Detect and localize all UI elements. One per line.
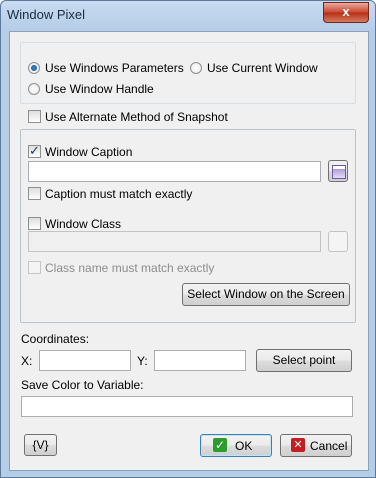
window-caption-input[interactable] (28, 161, 321, 182)
radio-use-windows-parameters-label[interactable]: Use Windows Parameters (45, 61, 184, 75)
x-label: X: (21, 354, 33, 368)
window-class-input[interactable] (28, 231, 321, 252)
select-window-button[interactable]: Select Window on the Screen (182, 283, 350, 306)
x-coordinate-input[interactable] (39, 350, 131, 371)
window-class-checkbox[interactable] (28, 217, 41, 230)
radio-use-window-handle-label[interactable]: Use Window Handle (45, 82, 154, 96)
window-picker-icon (332, 165, 346, 179)
y-coordinate-input[interactable] (154, 350, 246, 371)
cancel-x-icon: ✕ (291, 438, 305, 452)
window-title: Window Pixel (7, 7, 86, 22)
class-match-checkbox[interactable] (28, 261, 41, 274)
checkmark-icon: ✓ (29, 143, 40, 158)
close-button[interactable]: x (323, 2, 369, 23)
checkmark-icon: ✓ (213, 438, 227, 452)
insert-variable-button[interactable]: {V} (24, 434, 57, 456)
pick-window-caption-button[interactable] (328, 160, 348, 182)
save-color-label: Save Color to Variable: (21, 378, 144, 392)
ok-button[interactable]: ✓ OK (200, 434, 272, 457)
window-class-label[interactable]: Window Class (45, 217, 121, 231)
ok-label: OK (235, 439, 253, 453)
cancel-label: Cancel (310, 439, 348, 453)
select-point-button[interactable]: Select point (256, 349, 352, 372)
radio-use-window-handle[interactable] (28, 83, 40, 95)
radio-use-windows-parameters[interactable] (28, 62, 40, 74)
title-bar[interactable]: Window Pixel x (1, 1, 375, 29)
cancel-button[interactable]: ✕ Cancel (280, 434, 352, 457)
y-label: Y: (137, 354, 148, 368)
coordinates-label: Coordinates: (21, 332, 90, 346)
save-color-input[interactable] (21, 396, 353, 417)
caption-match-label[interactable]: Caption must match exactly (45, 187, 192, 201)
dialog-client-area: Use Windows Parameters Use Current Windo… (9, 31, 369, 471)
dialog-window: Window Pixel x Use Windows Parameters Us… (0, 0, 376, 478)
window-caption-checkbox[interactable]: ✓ (28, 143, 41, 158)
alternate-method-checkbox[interactable] (28, 110, 41, 123)
pick-window-class-button[interactable] (328, 231, 348, 252)
radio-use-current-window-label[interactable]: Use Current Window (207, 61, 318, 75)
radio-use-current-window[interactable] (190, 62, 202, 74)
caption-match-checkbox[interactable] (28, 187, 41, 200)
alternate-method-label[interactable]: Use Alternate Method of Snapshot (45, 110, 228, 124)
class-match-label[interactable]: Class name must match exactly (45, 261, 214, 275)
window-caption-label[interactable]: Window Caption (45, 145, 132, 159)
